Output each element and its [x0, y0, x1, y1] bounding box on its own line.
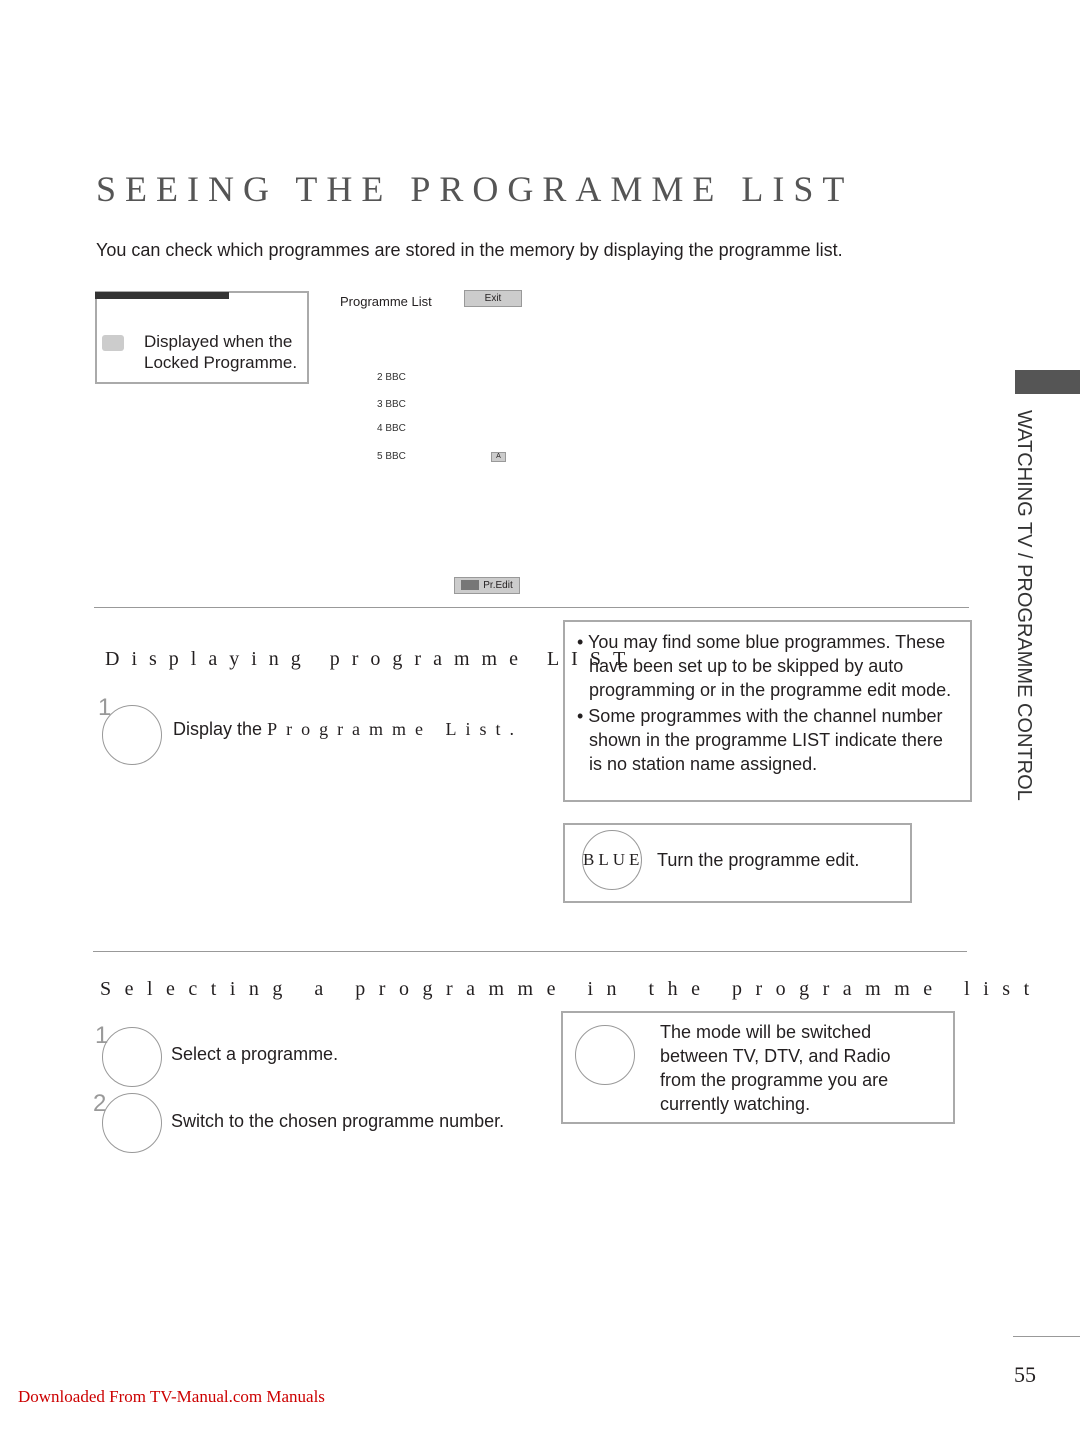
- remote-button-icon: [575, 1025, 635, 1085]
- programme-item[interactable]: 5 BBC: [377, 451, 406, 462]
- section-heading: Displaying programme LIST: [105, 648, 638, 670]
- section-heading: Selecting a programme in the programme l…: [100, 978, 1043, 1000]
- divider: [94, 607, 969, 608]
- lock-icon: [102, 335, 124, 351]
- osd-bar: [95, 292, 229, 299]
- pr-edit-button[interactable]: Pr.Edit: [454, 577, 520, 594]
- page-title: SEEING THE PROGRAMME LIST: [96, 169, 854, 209]
- lock-note: Displayed when the Locked Programme.: [144, 332, 298, 372]
- programme-item[interactable]: 3 BBC: [377, 399, 406, 410]
- footer-link[interactable]: Downloaded From TV-Manual.com Manuals: [18, 1387, 325, 1407]
- auto-badge: A: [491, 452, 506, 462]
- side-tab-label: WATCHING TV / PROGRAMME CONTROL: [1013, 410, 1035, 801]
- remote-button-icon: [102, 1093, 162, 1153]
- divider: [1013, 1336, 1080, 1337]
- side-tab-marker: [1015, 370, 1080, 394]
- page-number: 55: [1014, 1362, 1036, 1387]
- programme-list-heading: Programme List: [340, 294, 432, 309]
- step-text: Select a programme.: [171, 1044, 339, 1064]
- note-box: • You may find some blue programmes. The…: [563, 620, 972, 802]
- exit-button[interactable]: Exit: [464, 290, 522, 307]
- blue-button-text: Turn the programme edit.: [657, 850, 860, 870]
- divider: [93, 951, 967, 952]
- remote-button-icon: [102, 1027, 162, 1087]
- step-text: Display the Programme List.: [173, 719, 524, 739]
- programme-item[interactable]: 4 BBC: [377, 423, 406, 434]
- intro-text: You can check which programmes are store…: [96, 240, 843, 260]
- blue-button[interactable]: BLUE: [582, 830, 642, 890]
- step-text: Switch to the chosen programme number.: [171, 1111, 505, 1131]
- remote-button-icon: [102, 705, 162, 765]
- programme-item[interactable]: 2 BBC: [377, 372, 406, 383]
- note-text: The mode will be switched between TV, DT…: [660, 1022, 891, 1114]
